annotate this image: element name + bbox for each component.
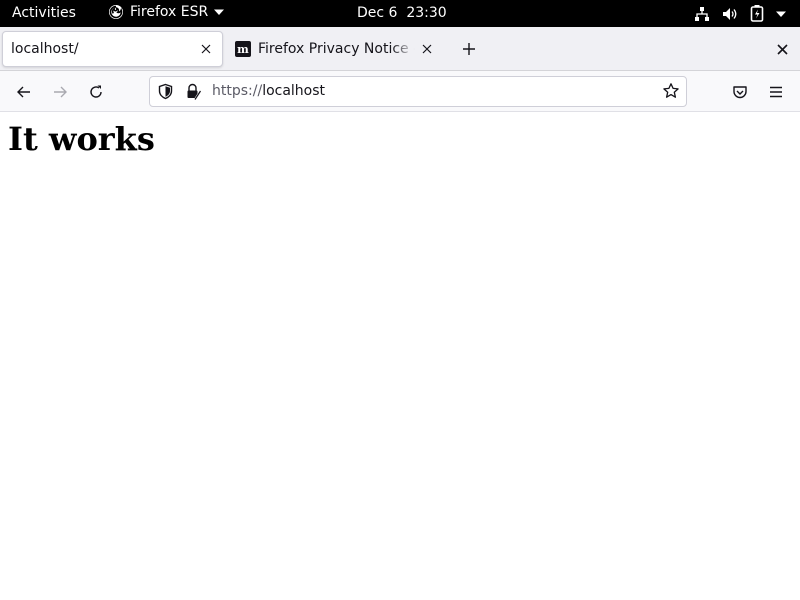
firefox-icon (108, 4, 124, 20)
tab-title: Firefox Privacy Notice — Mozilla (258, 41, 415, 57)
tab-privacy-notice[interactable]: m Firefox Privacy Notice — Mozilla (228, 31, 443, 67)
menu-button[interactable] (763, 79, 789, 105)
plus-icon (463, 43, 475, 55)
url-text[interactable]: https://localhost (212, 83, 325, 99)
tab-title: localhost/ (11, 41, 79, 57)
url-host: localhost (262, 83, 326, 99)
page-heading: It works (8, 120, 155, 158)
system-tray[interactable] (694, 5, 786, 22)
close-icon (776, 43, 788, 55)
activities-button[interactable]: Activities (12, 5, 76, 21)
mozilla-favicon-icon: m (235, 41, 251, 57)
tab-localhost[interactable]: localhost/ (2, 31, 223, 67)
url-bar[interactable]: https://localhost (149, 76, 687, 107)
page-content: It works (0, 112, 800, 600)
forward-button[interactable] (47, 79, 73, 105)
battery-icon (750, 5, 764, 22)
close-icon (201, 44, 211, 54)
network-icon (694, 6, 710, 22)
window-close-button[interactable] (770, 37, 794, 61)
reload-button[interactable] (83, 79, 109, 105)
hamburger-menu-icon (770, 86, 782, 98)
system-top-bar: Activities Firefox ESR Dec 6 23:30 (0, 0, 800, 27)
new-tab-button[interactable] (457, 37, 481, 61)
reload-icon (90, 85, 102, 98)
app-menu[interactable]: Firefox ESR (108, 4, 225, 20)
url-scheme: https:// (212, 83, 263, 99)
volume-icon (722, 6, 738, 22)
clock[interactable]: Dec 6 23:30 (357, 5, 447, 21)
navigation-toolbar: https://localhost (0, 71, 800, 112)
forward-arrow-icon (54, 86, 67, 98)
close-icon (422, 44, 432, 54)
app-name: Firefox ESR (130, 4, 209, 20)
back-button[interactable] (11, 79, 37, 105)
tab-close-button[interactable] (415, 37, 439, 61)
lock-icon[interactable] (184, 83, 202, 104)
tab-close-button[interactable] (194, 37, 218, 61)
back-arrow-icon (17, 86, 30, 98)
pocket-button[interactable] (727, 79, 753, 105)
bookmark-star-icon[interactable] (662, 82, 680, 104)
chevron-down-icon (214, 7, 225, 17)
tab-strip: localhost/ m Firefox Privacy Notice — Mo… (0, 27, 800, 71)
pocket-icon (733, 86, 747, 99)
tracking-protection-shield-icon[interactable] (157, 83, 174, 104)
chevron-down-icon (776, 9, 786, 19)
